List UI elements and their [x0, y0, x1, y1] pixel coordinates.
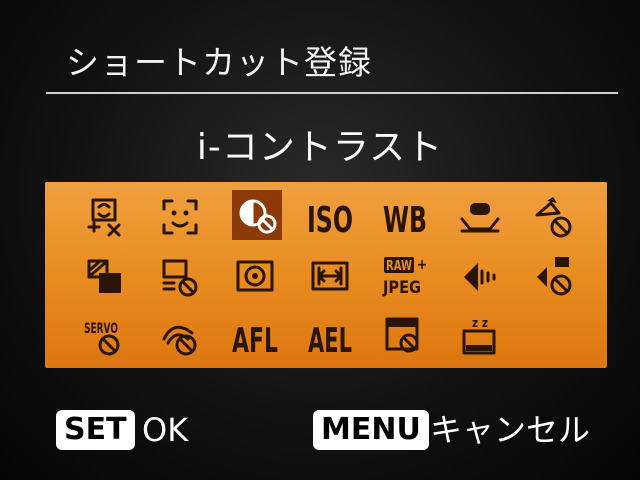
- selected-function-name: i-コントラスト: [196, 127, 444, 168]
- menu-button-key[interactable]: MENU: [313, 410, 429, 450]
- display-off-icon[interactable]: [155, 252, 205, 302]
- svg-text:AFL: AFL: [232, 321, 278, 361]
- svg-text:z z: z z: [472, 316, 488, 330]
- face-detect-frame-icon[interactable]: [155, 192, 205, 242]
- page-title: ショートカット登録: [66, 43, 372, 82]
- flash-off-icon[interactable]: [530, 252, 580, 302]
- shortcut-grid: ISO WB RAW + JPEG SERVO AFL AEL z z: [45, 182, 607, 368]
- svg-text:JPEG: JPEG: [382, 278, 421, 298]
- servo-off-icon[interactable]: SERVO: [80, 312, 130, 362]
- svg-text:+: +: [417, 257, 428, 273]
- servo-af-icon[interactable]: [455, 192, 505, 242]
- svg-text:SERVO: SERVO: [84, 321, 118, 337]
- image-stabilizer-off-icon[interactable]: [155, 312, 205, 362]
- set-button-key[interactable]: SET: [56, 410, 135, 450]
- ae-lock-icon[interactable]: AEL: [305, 312, 355, 362]
- svg-text:RAW: RAW: [386, 259, 412, 274]
- svg-text:WB: WB: [383, 200, 427, 241]
- af-frame-size-icon[interactable]: [305, 252, 355, 302]
- metering-icon[interactable]: [230, 252, 280, 302]
- white-balance-icon[interactable]: WB: [380, 192, 430, 242]
- af-lock-icon[interactable]: AFL: [230, 312, 280, 362]
- lcd-off-icon[interactable]: [380, 312, 430, 362]
- flash-exposure-icon[interactable]: [455, 252, 505, 302]
- aspect-ratio-icon[interactable]: [80, 252, 130, 302]
- shadow-correct-off-icon[interactable]: [530, 192, 580, 242]
- ok-label: OK: [142, 411, 189, 449]
- title-divider: [46, 92, 618, 94]
- face-select-off-icon[interactable]: [80, 192, 130, 242]
- svg-text:AEL: AEL: [308, 321, 352, 361]
- iso-icon[interactable]: ISO: [305, 192, 355, 242]
- svg-text:ISO: ISO: [307, 200, 353, 241]
- i-contrast-off-icon[interactable]: [232, 190, 282, 240]
- cancel-label: キャンセル: [430, 411, 591, 449]
- raw-jpeg-icon[interactable]: RAW + JPEG: [380, 252, 430, 302]
- sleep-icon[interactable]: z z: [455, 312, 505, 362]
